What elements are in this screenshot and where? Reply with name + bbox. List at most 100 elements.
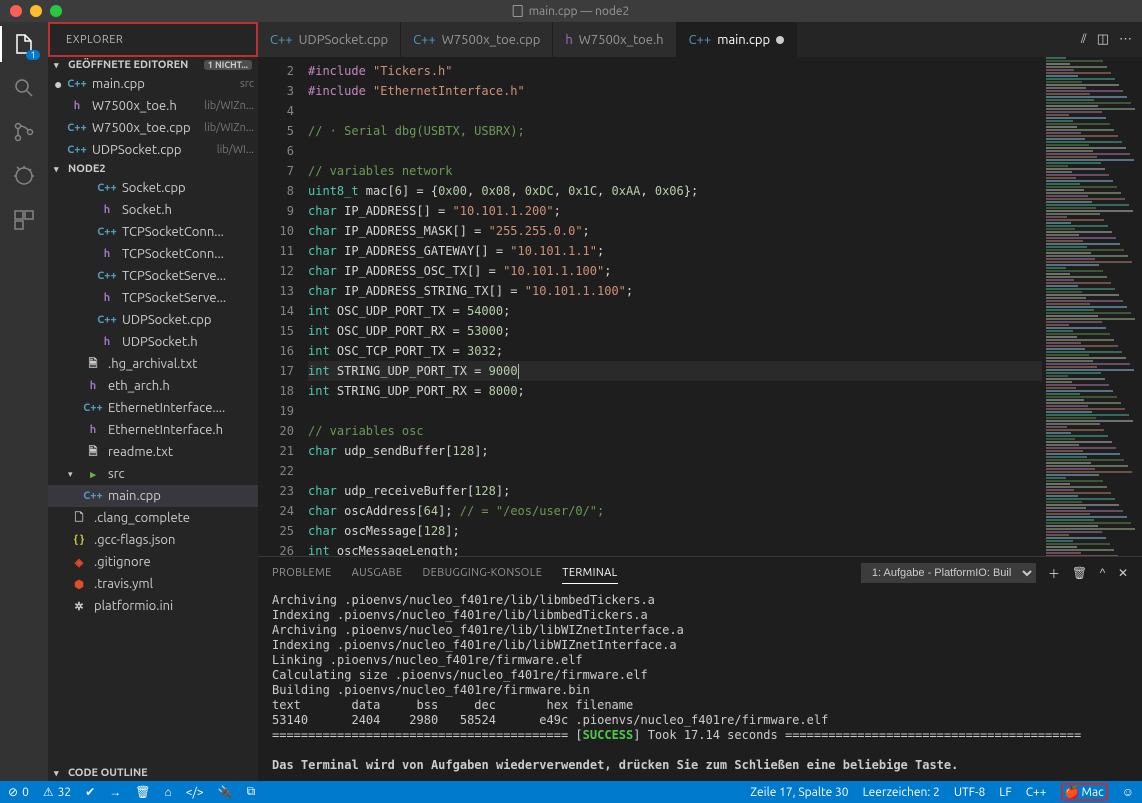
editor-tab[interactable]: C++main.cpp (677, 22, 798, 57)
status-language[interactable]: C++ (1026, 786, 1047, 799)
panel-tab[interactable]: DEBUGGING-KONSOLE (422, 567, 542, 579)
open-editor-item[interactable]: ●C++main.cppsrc (48, 73, 258, 95)
file-type-icon: ✲ (68, 600, 90, 613)
file-type-icon: h (96, 248, 118, 260)
file-item[interactable]: hSocket.h (48, 199, 258, 221)
file-item[interactable]: hTCPSocketConn... (48, 243, 258, 265)
status-bar: ⊘ 0 ⚠ 32 ✔ → 🗑 ⌂ </> 🔌 ⧉ Zeile 17, Spalt… (0, 781, 1142, 803)
zoom-window-button[interactable] (50, 5, 62, 17)
chevron-icon: ▾ (68, 469, 78, 480)
extensions-view-icon[interactable] (10, 206, 38, 234)
pio-monitor-icon[interactable]: </> (186, 786, 204, 799)
search-view-icon[interactable] (10, 74, 38, 102)
line-number-gutter: 2345678910111213141516171819202122232425… (258, 57, 308, 556)
file-item[interactable]: hEthernetInterface.h (48, 419, 258, 441)
file-item[interactable]: ✲platformio.ini (48, 595, 258, 617)
file-item[interactable]: { }.gcc-flags.json (48, 529, 258, 551)
terminal-output[interactable]: Archiving .pioenvs/nucleo_f401re/lib/lib… (258, 589, 1142, 781)
chevron-down-icon: ▾ (54, 768, 64, 779)
file-item[interactable]: C++EthernetInterface.... (48, 397, 258, 419)
bottom-panel: PROBLEME AUSGABE DEBUGGING-KONSOLE TERMINAL… (258, 556, 1142, 781)
file-type-icon: C++ (96, 226, 118, 238)
panel-tab[interactable]: AUSGABE (352, 567, 403, 579)
file-type-icon: h (96, 336, 118, 348)
pio-build-icon[interactable]: ✔ (85, 785, 95, 799)
pio-clean-icon[interactable]: 🗑 (135, 785, 150, 799)
pio-terminal-icon[interactable]: ⧉ (247, 785, 256, 799)
kill-terminal-icon[interactable]: 🗑 (1072, 566, 1087, 580)
open-editor-item[interactable]: hW7500x_toe.hlib/WIZn... (48, 95, 258, 117)
file-type-icon: h (96, 292, 118, 304)
source-control-view-icon[interactable] (10, 118, 38, 146)
minimap[interactable] (1042, 57, 1142, 556)
file-type-icon: C++ (66, 122, 88, 134)
file-type-icon: h (96, 204, 118, 216)
window-title: main.cpp — node2 (513, 5, 630, 18)
file-item[interactable]: C++TCPSocketServe... (48, 265, 258, 287)
file-item[interactable]: heth_arch.h (48, 375, 258, 397)
file-item[interactable]: 🗎.hg_archival.txt (48, 353, 258, 375)
open-editors-section-header[interactable]: ▾ GEÖFFNETE EDITOREN 1 NICHT... (48, 57, 258, 73)
code-outline-section-header[interactable]: ▾ CODE OUTLINE (48, 765, 258, 781)
explorer-badge: 1 (26, 50, 40, 60)
status-line-endings[interactable]: 🍎Mac (1061, 783, 1108, 801)
status-eol[interactable]: LF (999, 786, 1011, 799)
new-terminal-icon[interactable]: ＋ (1048, 565, 1060, 582)
chevron-down-icon: ▾ (54, 60, 64, 71)
debug-view-icon[interactable] (10, 162, 38, 190)
activity-bar: 1 (0, 22, 48, 781)
file-type-icon: C++ (82, 490, 104, 502)
compare-changes-icon[interactable]: ⫽ (1081, 32, 1087, 47)
folder-item[interactable]: ▾ ▸src (48, 463, 258, 485)
editor-tab[interactable]: hW7500x_toe.h (553, 22, 676, 57)
panel-tabs: PROBLEME AUSGABE DEBUGGING-KONSOLE TERMINAL… (258, 557, 1142, 589)
file-type-icon: C++ (82, 402, 104, 414)
file-item[interactable]: 🗋.clang_complete (48, 507, 258, 529)
file-item[interactable]: C++TCPSocketConn... (48, 221, 258, 243)
close-window-button[interactable] (10, 5, 22, 17)
file-type-icon: { } (68, 534, 90, 546)
project-section-header[interactable]: ▾ NODE2 (48, 161, 258, 177)
status-feedback-icon[interactable]: ☺ (1122, 785, 1134, 799)
status-errors[interactable]: ⊘ 0 (8, 785, 29, 799)
pio-upload-icon[interactable]: → (109, 785, 121, 799)
file-type-icon: C++ (689, 33, 712, 47)
minimize-window-button[interactable] (30, 5, 42, 17)
file-icon (513, 5, 523, 17)
file-item[interactable]: ⬢.travis.yml (48, 573, 258, 595)
split-editor-icon[interactable]: ◫ (1097, 32, 1109, 47)
file-type-icon: ⬢ (68, 578, 90, 591)
file-type-icon: h (82, 424, 104, 436)
file-item[interactable]: ◈.gitignore (48, 551, 258, 573)
terminal-selector[interactable]: 1: Aufgabe - PlatformIO: Buil (861, 563, 1036, 583)
file-item[interactable]: 🗎readme.txt (48, 441, 258, 463)
status-cursor[interactable]: Zeile 17, Spalte 30 (750, 786, 848, 799)
unsaved-badge: 1 NICHT... (204, 60, 252, 70)
editor-tab[interactable]: C++W7500x_toe.cpp (401, 22, 553, 57)
explorer-view-icon[interactable]: 1 (10, 30, 38, 58)
file-item[interactable]: C++UDPSocket.cpp (48, 309, 258, 331)
panel-tab[interactable]: PROBLEME (272, 567, 332, 579)
file-item[interactable]: C++main.cpp (48, 485, 258, 507)
file-item[interactable]: hUDPSocket.h (48, 331, 258, 353)
editor-tab[interactable]: C++UDPSocket.cpp (258, 22, 401, 57)
file-type-icon: ◈ (68, 556, 90, 569)
status-indent[interactable]: Leerzeichen: 2 (863, 786, 940, 799)
more-actions-icon[interactable]: ⋯ (1119, 32, 1132, 47)
status-warnings[interactable]: ⚠ 32 (43, 785, 71, 799)
editor-tabs: C++UDPSocket.cppC++W7500x_toe.cpphW7500x… (258, 22, 1142, 57)
pio-home-icon[interactable]: ⌂ (164, 785, 171, 799)
open-editor-item[interactable]: C++W7500x_toe.cpplib/WIZn... (48, 117, 258, 139)
file-type-icon: C++ (96, 314, 118, 326)
file-item[interactable]: hTCPSocketServe... (48, 287, 258, 309)
status-encoding[interactable]: UTF-8 (954, 786, 985, 799)
panel-close-icon[interactable]: ✕ (1118, 566, 1128, 580)
open-editor-item[interactable]: C++UDPSocket.cpplib/WI... (48, 139, 258, 161)
pio-new-terminal-icon[interactable]: 🔌 (218, 785, 233, 799)
file-item[interactable]: C++Socket.cpp (48, 177, 258, 199)
code-editor[interactable]: #include "Tickers.h"#include "EthernetIn… (308, 57, 1042, 556)
panel-maximize-icon[interactable]: ^ (1099, 567, 1106, 580)
file-type-icon: h (82, 380, 104, 392)
panel-tab[interactable]: TERMINAL (562, 567, 617, 584)
file-type-icon: h (66, 100, 88, 112)
